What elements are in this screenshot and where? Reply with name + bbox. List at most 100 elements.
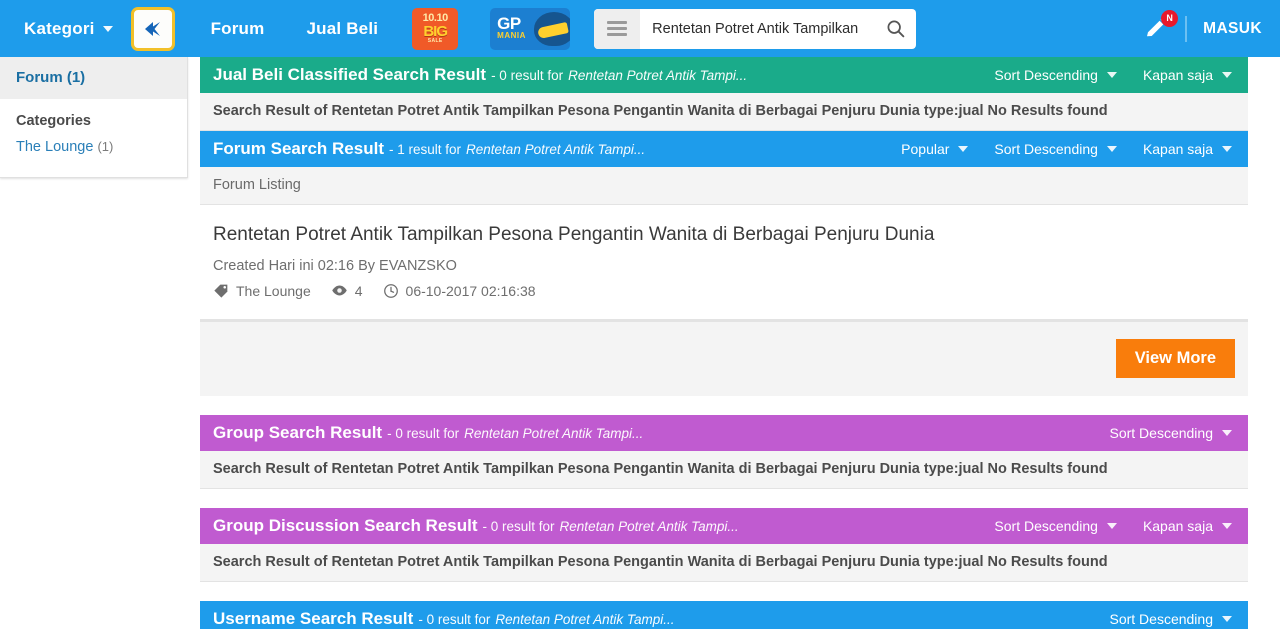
view-more-bar: View More <box>200 322 1248 396</box>
chevron-down-icon <box>1222 616 1232 622</box>
big-sale-1010-logo[interactable]: 10.10 BIG SALE <box>412 7 459 50</box>
sort-dropdown[interactable]: Sort Descending <box>994 141 1117 157</box>
search-button[interactable] <box>874 9 916 49</box>
section-title: Username Search Result <box>213 609 414 628</box>
big-sale-title: BIG <box>423 23 448 40</box>
eye-icon <box>332 285 347 296</box>
popular-dropdown[interactable]: Popular <box>901 141 969 157</box>
section-query: Rentetan Potret Antik Tampi... <box>466 141 646 157</box>
nav-jual-beli[interactable]: Jual Beli <box>306 19 378 39</box>
notification-badge: N <box>1161 9 1179 27</box>
page-body: Forum (1) Categories The Lounge (1) Jual… <box>0 57 1280 629</box>
no-results-message: Search Result of Rentetan Potret Antik T… <box>200 451 1248 489</box>
kategori-label: Kategori <box>24 18 95 38</box>
no-results-message: Search Result of Rentetan Potret Antik T… <box>200 93 1248 131</box>
section-title: Forum Search Result <box>213 139 384 158</box>
section-query: Rentetan Potret Antik Tampi... <box>559 518 739 534</box>
sort-dropdown[interactable]: Sort Descending <box>994 518 1117 534</box>
sort-dropdown-label: Sort Descending <box>994 141 1098 157</box>
sort-dropdown[interactable]: Sort Descending <box>1109 425 1232 441</box>
section-query: Rentetan Potret Antik Tampi... <box>568 67 748 83</box>
sidebar-item-the-lounge-label[interactable]: The Lounge <box>16 139 93 155</box>
section-result-count: - 0 result for <box>491 67 564 83</box>
result-title-link[interactable]: Rentetan Potret Antik Tampilkan Pesona P… <box>213 223 1235 247</box>
view-more-button[interactable]: View More <box>1115 339 1235 378</box>
search-results-main: Jual Beli Classified Search Result - 0 r… <box>188 57 1280 629</box>
section-query: Rentetan Potret Antik Tampi... <box>464 425 644 441</box>
section-jual-beli-classified: Jual Beli Classified Search Result - 0 r… <box>200 57 1248 131</box>
result-category[interactable]: The Lounge <box>213 283 311 299</box>
section-group-discussion: Group Discussion Search Result - 0 resul… <box>200 508 1248 582</box>
kaskus-k-logo[interactable] <box>130 6 175 51</box>
tag-icon <box>214 284 228 298</box>
result-timestamp-label: 06-10-2017 02:16:38 <box>405 282 536 299</box>
sidebar-item-forum-label[interactable]: Forum (1) <box>16 69 85 86</box>
header-right-actions: N MASUK <box>1139 0 1262 57</box>
forum-listing-label: Forum Listing <box>200 167 1248 205</box>
search-icon <box>887 20 905 38</box>
chevron-down-icon <box>1222 146 1232 152</box>
sidebar: Forum (1) Categories The Lounge (1) <box>0 57 188 629</box>
section-title: Group Search Result <box>213 423 383 442</box>
sort-dropdown-label: Sort Descending <box>994 67 1098 83</box>
section-group: Group Search Result - 0 result for Rente… <box>200 415 1248 489</box>
section-result-count: - 0 result for <box>387 425 460 441</box>
section-spacer <box>200 489 1248 508</box>
sort-dropdown-label: Sort Descending <box>1109 611 1213 627</box>
result-timestamp: 06-10-2017 02:16:38 <box>383 283 536 299</box>
compose-button[interactable]: N <box>1139 9 1179 46</box>
chevron-down-icon <box>102 25 113 32</box>
popular-dropdown-label: Popular <box>901 141 950 157</box>
chevron-down-icon <box>958 146 969 152</box>
sidebar-item-forum[interactable]: Forum (1) <box>0 57 187 99</box>
nav-forum[interactable]: Forum <box>211 19 265 39</box>
big-sale-sub: SALE <box>427 38 443 44</box>
sort-dropdown[interactable]: Sort Descending <box>994 67 1117 83</box>
clock-icon <box>383 283 398 298</box>
result-views: 4 <box>331 282 363 299</box>
sort-dropdown-label: Sort Descending <box>1109 425 1213 441</box>
time-dropdown[interactable]: Kapan saja <box>1143 67 1232 83</box>
no-results-message: Search Result of Rentetan Potret Antik T… <box>200 544 1248 582</box>
section-header-group: Group Search Result - 0 result for Rente… <box>200 415 1248 451</box>
sidebar-item-the-lounge-count: (1) <box>97 139 114 154</box>
chevron-down-icon <box>1106 523 1117 529</box>
section-result-count: - 0 result for <box>418 611 491 627</box>
chevron-down-icon <box>1222 523 1232 529</box>
section-forum: Forum Search Result - 1 result for Rente… <box>200 131 1248 396</box>
time-dropdown[interactable]: Kapan saja <box>1143 141 1232 157</box>
section-spacer <box>200 582 1248 601</box>
section-title: Jual Beli Classified Search Result <box>213 65 487 84</box>
search-input[interactable] <box>640 20 875 37</box>
chevron-down-icon <box>1222 72 1232 78</box>
section-header-jual-beli-classified: Jual Beli Classified Search Result - 0 r… <box>200 57 1248 93</box>
sort-dropdown[interactable]: Sort Descending <box>1109 611 1232 627</box>
time-dropdown-label: Kapan saja <box>1142 67 1213 83</box>
login-button[interactable]: MASUK <box>1203 20 1262 38</box>
section-result-count: - 1 result for <box>389 141 462 157</box>
section-header-forum: Forum Search Result - 1 result for Rente… <box>200 131 1248 167</box>
section-username: Username Search Result - 0 result for Re… <box>200 601 1248 629</box>
top-navigation-bar: Kategori Forum Jual Beli 10.10 BIG SALE … <box>0 0 1280 57</box>
section-query: Rentetan Potret Antik Tampi... <box>495 611 675 627</box>
gp-mania-logo[interactable]: GP MANIA <box>490 7 571 50</box>
section-header-username: Username Search Result - 0 result for Re… <box>200 601 1248 629</box>
forum-result-item: Rentetan Potret Antik Tampilkan Pesona P… <box>200 205 1248 322</box>
kategori-menu[interactable]: Kategori <box>24 19 113 39</box>
sidebar-item-the-lounge[interactable]: The Lounge (1) <box>0 135 187 161</box>
sidebar-card: Forum (1) Categories The Lounge (1) <box>0 57 188 178</box>
search-bar <box>594 8 917 49</box>
sort-dropdown-label: Sort Descending <box>994 518 1098 534</box>
header-divider <box>1185 15 1188 42</box>
time-dropdown-label: Kapan saja <box>1142 518 1213 534</box>
result-category-label: The Lounge <box>236 282 311 299</box>
chevron-down-icon <box>1222 430 1232 436</box>
time-dropdown[interactable]: Kapan saja <box>1143 518 1232 534</box>
hamburger-icon[interactable] <box>594 8 641 49</box>
result-stats: The Lounge 4 06-10-2017 02:16:38 <box>213 282 1235 299</box>
section-title: Group Discussion Search Result <box>213 516 478 535</box>
result-views-count: 4 <box>354 282 363 299</box>
section-header-group-discussion: Group Discussion Search Result - 0 resul… <box>200 508 1248 544</box>
chevron-down-icon <box>1106 72 1117 78</box>
chevron-down-icon <box>1106 146 1117 152</box>
